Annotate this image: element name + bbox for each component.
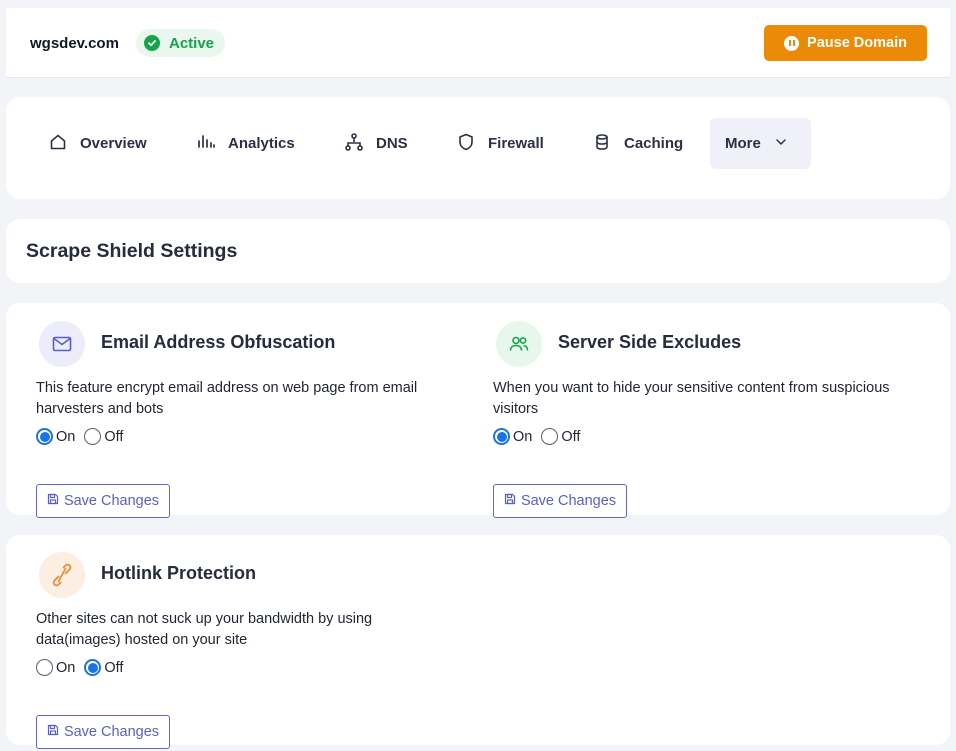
domain-nav: Overview Analytics DNS Firewall Caching … [6,97,950,199]
save-changes-label: Save Changes [63,724,160,740]
radio-off[interactable]: Off [541,428,580,445]
tab-firewall[interactable]: Firewall [456,118,544,169]
domain-name: wgsdev.com [30,35,119,52]
radio-off-indicator[interactable] [541,428,559,445]
more-dropdown[interactable]: More [710,118,811,169]
radio-on-indicator[interactable] [36,428,53,445]
feature-description: This feature encrypt email address on we… [36,380,418,417]
radio-off[interactable]: Off [84,428,123,445]
tab-overview[interactable]: Overview [48,118,147,169]
radio-group: On Off [36,428,123,445]
radio-on-indicator[interactable] [36,659,53,676]
save-changes-button[interactable]: Save Changes [36,484,170,518]
link-icon [39,552,85,598]
tab-dns-label: DNS [376,135,408,152]
tab-analytics-label: Analytics [228,135,295,152]
feature-email-obfuscation: Email Address Obfuscation This feature e… [36,321,459,518]
radio-on[interactable]: On [36,659,75,676]
feature-title: Hotlink Protection [101,563,257,583]
dns-icon [344,132,364,156]
domain-header: wgsdev.com Active Pause Domain [6,8,950,78]
tab-caching-label: Caching [624,135,684,152]
save-icon [504,493,516,509]
radio-off[interactable]: Off [84,659,123,676]
tab-dns[interactable]: DNS [344,118,408,169]
more-label: More [725,135,761,152]
page-title: Scrape Shield Settings [26,240,238,262]
radio-off-indicator[interactable] [84,659,102,676]
pause-domain-label: Pause Domain [807,35,907,51]
radio-off-indicator[interactable] [84,428,102,445]
status-badge: Active [136,29,226,57]
status-text: Active [169,34,215,52]
radio-off-label: Off [104,428,124,445]
radio-on[interactable]: On [493,428,532,445]
save-icon [47,724,59,740]
mail-icon [39,321,85,367]
feature-title: Email Address Obfuscation [101,332,336,352]
database-icon [592,132,612,156]
radio-off-label: Off [104,659,124,676]
check-circle-icon [144,35,160,51]
chevron-down-icon [773,134,789,154]
tab-firewall-label: Firewall [488,135,544,152]
feature-title: Server Side Excludes [558,332,742,352]
users-icon [496,321,542,367]
shield-icon [456,132,476,156]
settings-card: Email Address Obfuscation This feature e… [6,303,950,518]
home-icon [48,132,68,156]
tab-overview-label: Overview [80,135,147,152]
radio-off-label: Off [561,428,581,445]
analytics-icon [196,132,216,156]
radio-on-indicator[interactable] [493,428,510,445]
save-changes-button[interactable]: Save Changes [36,715,170,749]
radio-group: On Off [36,659,123,676]
radio-on[interactable]: On [36,428,75,445]
pause-domain-button[interactable]: Pause Domain [764,25,927,61]
tab-analytics[interactable]: Analytics [196,118,295,169]
save-changes-label: Save Changes [520,493,617,509]
radio-on-label: On [56,659,76,676]
settings-card-hotlink: Hotlink Protection Other sites can not s… [6,535,950,749]
save-icon [47,493,59,509]
feature-server-side-excludes: Server Side Excludes When you want to hi… [493,321,916,518]
tab-caching[interactable]: Caching [592,118,683,169]
feature-description: When you want to hide your sensitive con… [493,380,890,417]
page-title-card: Scrape Shield Settings [6,219,950,283]
radio-on-label: On [513,428,533,445]
pause-icon [784,35,800,51]
feature-description: Other sites can not suck up your bandwid… [36,611,373,648]
save-changes-button[interactable]: Save Changes [493,484,627,518]
radio-group: On Off [493,428,580,445]
feature-hotlink-protection: Hotlink Protection Other sites can not s… [36,552,459,749]
radio-on-label: On [56,428,76,445]
save-changes-label: Save Changes [63,493,160,509]
